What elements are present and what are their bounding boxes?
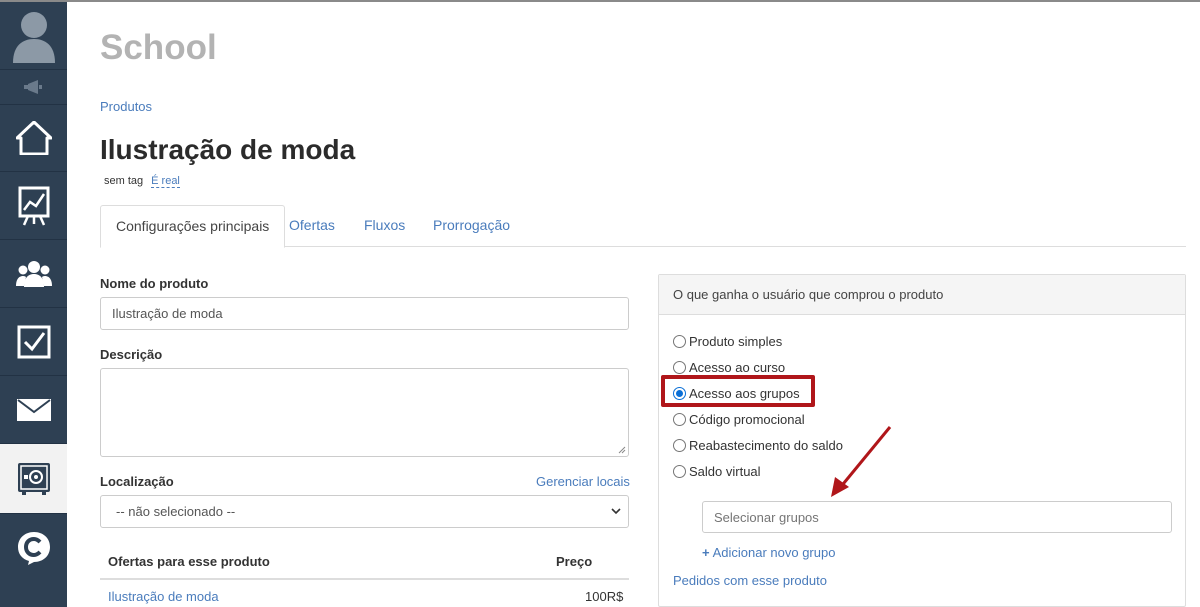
manage-locations-link[interactable]: Gerenciar locais [536, 474, 630, 489]
resize-handle-icon[interactable] [618, 446, 626, 454]
safe-icon [17, 462, 51, 496]
sidebar-item-products[interactable] [0, 444, 67, 514]
radio-button[interactable] [673, 360, 686, 374]
real-toggle-link[interactable]: É real [151, 175, 180, 188]
offers-header-name: Ofertas para esse produto [108, 554, 270, 569]
offers-table-header: Ofertas para esse produto Preço [100, 550, 629, 580]
product-name-label: Nome do produto [100, 276, 209, 291]
tag-label: sem tag [104, 175, 144, 187]
add-group-label: Adicionar novo grupo [712, 545, 836, 560]
location-select[interactable]: -- não selecionado -- [100, 495, 629, 528]
highlight-box [661, 375, 815, 407]
description-textarea[interactable] [100, 368, 629, 457]
radio-button[interactable] [673, 334, 686, 348]
radio-button[interactable] [673, 412, 686, 426]
description-label: Descrição [100, 347, 163, 362]
main-content: School Produtos Ilustração de moda sem t… [67, 2, 1200, 607]
groups-select-input[interactable] [702, 501, 1172, 533]
sidebar-item-profile[interactable] [0, 2, 67, 70]
add-group-link[interactable]: + Adicionar novo grupo [702, 545, 835, 560]
mail-icon [16, 398, 51, 421]
page-title: Ilustração de moda [100, 134, 356, 165]
option-acesso-ao-curso[interactable]: Acesso ao curso [673, 357, 785, 377]
option-produto-simples[interactable]: Produto simples [673, 331, 782, 351]
breadcrumb-produtos[interactable]: Produtos [100, 99, 152, 114]
option-label: Saldo virtual [689, 463, 761, 479]
sidebar-item-chat[interactable] [0, 514, 67, 582]
arrow-annotation-icon [831, 426, 892, 497]
users-group-icon [15, 259, 52, 289]
panel-title: O que ganha o usuário que comprou o prod… [659, 275, 1185, 315]
product-tags: sem tag É real [104, 175, 180, 188]
chevron-down-icon [611, 508, 621, 515]
tab-fluxos[interactable]: Fluxos [349, 205, 420, 247]
offer-name-link[interactable]: Ilustração de moda [108, 589, 219, 604]
sidebar-item-users[interactable] [0, 240, 67, 308]
orders-link[interactable]: Pedidos com esse produto [673, 573, 827, 588]
user-avatar-icon [11, 9, 57, 63]
plus-icon: + [702, 545, 710, 560]
option-codigo-promocional[interactable]: Código promocional [673, 409, 805, 429]
sidebar-item-home[interactable] [0, 105, 67, 172]
home-icon [15, 121, 52, 155]
checkbox-icon [17, 325, 51, 359]
radio-button[interactable] [673, 464, 686, 478]
option-label: Produto simples [689, 333, 783, 349]
app-title: School [100, 28, 217, 67]
option-label: Acesso ao curso [689, 359, 786, 375]
option-saldo-virtual[interactable]: Saldo virtual [673, 461, 761, 481]
sidebar [0, 2, 67, 607]
megaphone-icon [22, 80, 46, 94]
location-label: Localização [100, 474, 174, 489]
chat-logo-icon [16, 530, 52, 566]
offer-price: 100R$ [585, 589, 624, 604]
chart-board-icon [18, 186, 50, 226]
radio-button[interactable] [673, 438, 686, 452]
offers-header-price: Preço [556, 554, 593, 569]
tab-bar: Configurações principais Ofertas Fluxos … [100, 205, 1186, 248]
option-reabastecimento-do-saldo[interactable]: Reabastecimento do saldo [673, 435, 843, 455]
sidebar-item-messages[interactable] [0, 376, 67, 444]
sidebar-item-statistics[interactable] [0, 172, 67, 240]
tab-configuracoes-principais[interactable]: Configurações principais [100, 205, 286, 248]
tab-ofertas[interactable]: Ofertas [274, 205, 350, 247]
product-name-input[interactable] [100, 297, 629, 330]
tab-prorrogacao[interactable]: Prorrogação [418, 205, 525, 247]
sidebar-item-tasks[interactable] [0, 308, 67, 376]
option-label: Código promocional [689, 411, 805, 427]
option-label: Reabastecimento do saldo [689, 437, 843, 453]
location-selected-value: -- não selecionado -- [116, 504, 236, 519]
purchase-benefit-panel: O que ganha o usuário que comprou o prod… [658, 274, 1186, 607]
sidebar-item-announcements[interactable] [0, 70, 67, 105]
